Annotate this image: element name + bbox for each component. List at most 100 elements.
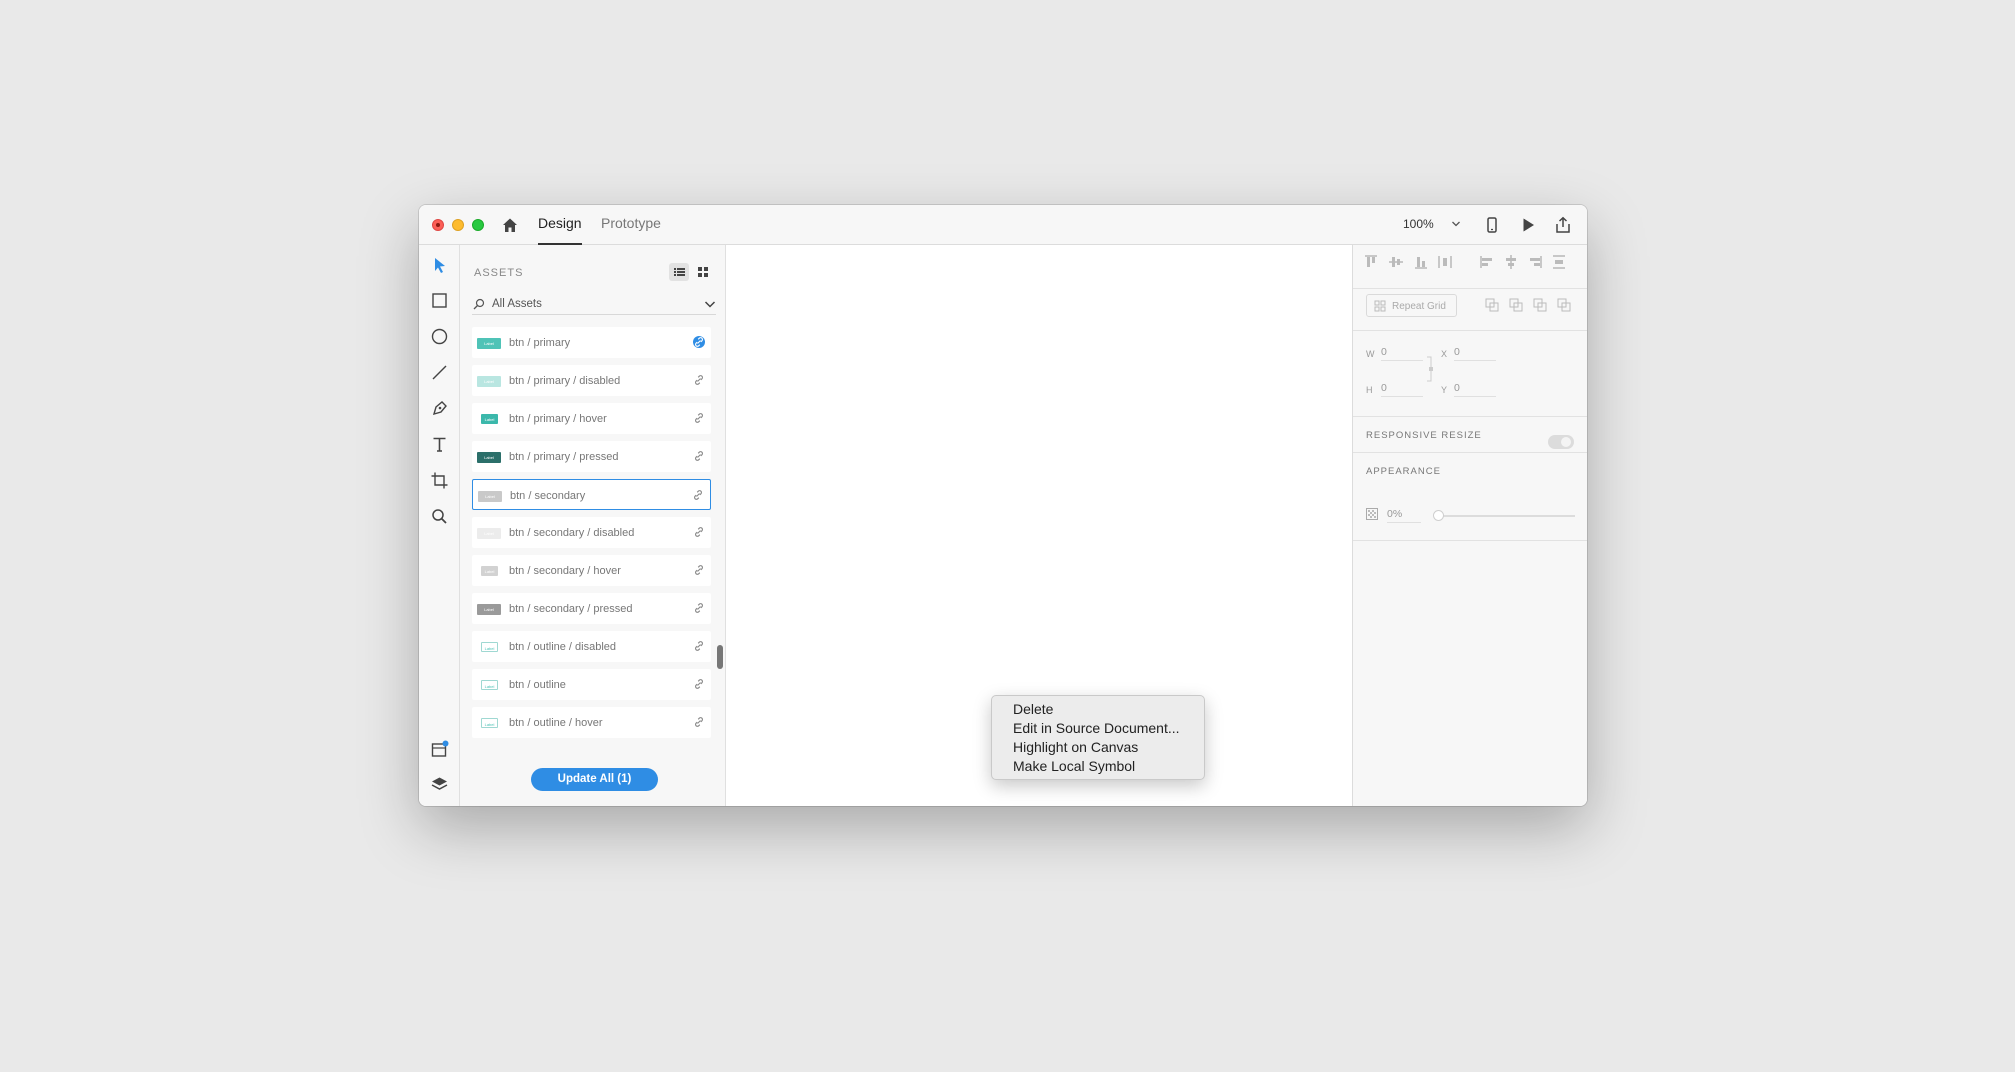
asset-item[interactable]: Label btn / outline	[472, 669, 711, 700]
asset-list-scrollbar[interactable]	[717, 645, 723, 669]
link-icon[interactable]	[692, 489, 704, 501]
align-bottom-icon[interactable]	[1413, 254, 1429, 270]
select-icon[interactable]	[430, 256, 449, 275]
boolean-add-icon[interactable]	[1484, 297, 1500, 313]
asset-item[interactable]: Label btn / secondary	[472, 479, 711, 510]
asset-thumbnail: Label	[481, 680, 498, 690]
asset-thumbnail: Label	[477, 528, 501, 539]
link-icon[interactable]	[693, 526, 705, 538]
zoom-level[interactable]: 100%	[1403, 217, 1434, 231]
x-label: X	[1441, 349, 1448, 359]
close-window-button[interactable]	[432, 219, 444, 231]
opacity-slider-track[interactable]	[1435, 515, 1575, 517]
property-inspector: Repeat Grid W 0 X 0 H 0 Y 0 RESPONSIVE R…	[1352, 245, 1587, 806]
artboard-icon[interactable]	[430, 471, 449, 490]
asset-name: btn / primary	[509, 337, 571, 349]
play-icon[interactable]	[1519, 216, 1537, 234]
ellipse-icon[interactable]	[430, 327, 449, 346]
title-bar: Design Prototype 100%	[419, 205, 1587, 245]
update-all-button[interactable]: Update All (1)	[531, 768, 658, 791]
boolean-exclude-icon[interactable]	[1556, 297, 1572, 313]
line-icon[interactable]	[430, 363, 449, 382]
repeat-grid-label: Repeat Grid	[1392, 301, 1446, 312]
asset-thumbnail: Label	[477, 376, 501, 387]
minimize-window-button[interactable]	[452, 219, 464, 231]
asset-filter-label: All Assets	[492, 298, 542, 310]
link-icon[interactable]	[693, 716, 705, 728]
asset-name: btn / secondary / pressed	[509, 603, 633, 615]
asset-item[interactable]: Label btn / primary / pressed	[472, 441, 711, 472]
tab-prototype[interactable]: Prototype	[601, 215, 661, 245]
asset-thumbnail: Label	[481, 642, 498, 652]
link-icon[interactable]	[693, 602, 705, 614]
asset-name: btn / outline / disabled	[509, 641, 617, 653]
layers-icon[interactable]	[430, 775, 449, 794]
grid-view-button[interactable]	[693, 263, 713, 281]
link-icon[interactable]	[693, 640, 705, 652]
asset-name: btn / secondary / disabled	[509, 527, 635, 539]
width-field[interactable]: 0	[1381, 346, 1423, 361]
align-center-icon[interactable]	[1503, 254, 1519, 270]
asset-item[interactable]: Label btn / primary / disabled	[472, 365, 711, 396]
asset-item[interactable]: Label btn / secondary / pressed	[472, 593, 711, 624]
rectangle-icon[interactable]	[430, 291, 449, 310]
align-section	[1353, 245, 1587, 289]
tab-design[interactable]: Design	[538, 215, 582, 245]
distribute-vertical-icon[interactable]	[1551, 254, 1567, 270]
tool-rail	[419, 245, 460, 806]
link-icon[interactable]	[693, 336, 705, 348]
opacity-field[interactable]: 0%	[1387, 508, 1421, 523]
chevron-down-icon[interactable]	[1451, 219, 1461, 229]
link-icon[interactable]	[693, 450, 705, 462]
y-field[interactable]: 0	[1454, 382, 1496, 397]
list-view-icon	[674, 268, 685, 276]
search-icon	[473, 298, 485, 310]
asset-filter[interactable]: All Assets	[472, 295, 716, 315]
asset-name: btn / secondary / hover	[509, 565, 621, 577]
menu-item-delete[interactable]: Delete	[992, 700, 1204, 719]
chevron-down-icon[interactable]	[704, 299, 716, 309]
asset-thumbnail: Label	[477, 604, 501, 615]
menu-item-highlight[interactable]: Highlight on Canvas	[992, 738, 1204, 757]
assets-icon[interactable]	[430, 740, 449, 759]
boolean-subtract-icon[interactable]	[1508, 297, 1524, 313]
asset-item[interactable]: Label btn / outline / disabled	[472, 631, 711, 662]
asset-item[interactable]: Label btn / primary / hover	[472, 403, 711, 434]
asset-name: btn / primary / pressed	[509, 451, 619, 463]
repeat-grid-section: Repeat Grid	[1353, 289, 1587, 331]
maximize-window-button[interactable]	[472, 219, 484, 231]
menu-item-make-local[interactable]: Make Local Symbol	[992, 757, 1204, 776]
lock-aspect-icon[interactable]	[1425, 355, 1435, 385]
asset-thumbnail: Label	[477, 452, 501, 463]
link-icon[interactable]	[693, 374, 705, 386]
menu-item-edit-source[interactable]: Edit in Source Document...	[992, 719, 1204, 738]
asset-item[interactable]: Label btn / primary	[472, 327, 711, 358]
text-icon[interactable]	[430, 435, 449, 454]
align-top-icon[interactable]	[1363, 254, 1379, 270]
home-icon[interactable]	[501, 216, 519, 234]
boolean-intersect-icon[interactable]	[1532, 297, 1548, 313]
xd-window: Design Prototype 100% ASSETS All Assets …	[419, 205, 1587, 806]
share-icon[interactable]	[1554, 216, 1572, 234]
distribute-horizontal-icon[interactable]	[1437, 254, 1453, 270]
transform-section: W 0 X 0 H 0 Y 0	[1353, 331, 1587, 417]
responsive-resize-toggle[interactable]	[1548, 435, 1574, 449]
link-icon[interactable]	[693, 412, 705, 424]
height-field[interactable]: 0	[1381, 382, 1423, 397]
pen-icon[interactable]	[430, 399, 449, 418]
asset-item[interactable]: Label btn / secondary / hover	[472, 555, 711, 586]
align-right-icon[interactable]	[1527, 254, 1543, 270]
zoom-icon[interactable]	[430, 507, 449, 526]
device-preview-icon[interactable]	[1483, 216, 1501, 234]
asset-item[interactable]: Label btn / outline / hover	[472, 707, 711, 738]
link-icon[interactable]	[693, 678, 705, 690]
x-field[interactable]: 0	[1454, 346, 1496, 361]
list-view-button[interactable]	[669, 263, 689, 281]
align-left-icon[interactable]	[1479, 254, 1495, 270]
opacity-slider-handle[interactable]	[1433, 510, 1444, 521]
responsive-resize-title: RESPONSIVE RESIZE	[1366, 430, 1482, 441]
asset-item[interactable]: Label btn / secondary / disabled	[472, 517, 711, 548]
repeat-grid-button[interactable]: Repeat Grid	[1366, 294, 1457, 317]
align-middle-icon[interactable]	[1388, 254, 1404, 270]
link-icon[interactable]	[693, 564, 705, 576]
